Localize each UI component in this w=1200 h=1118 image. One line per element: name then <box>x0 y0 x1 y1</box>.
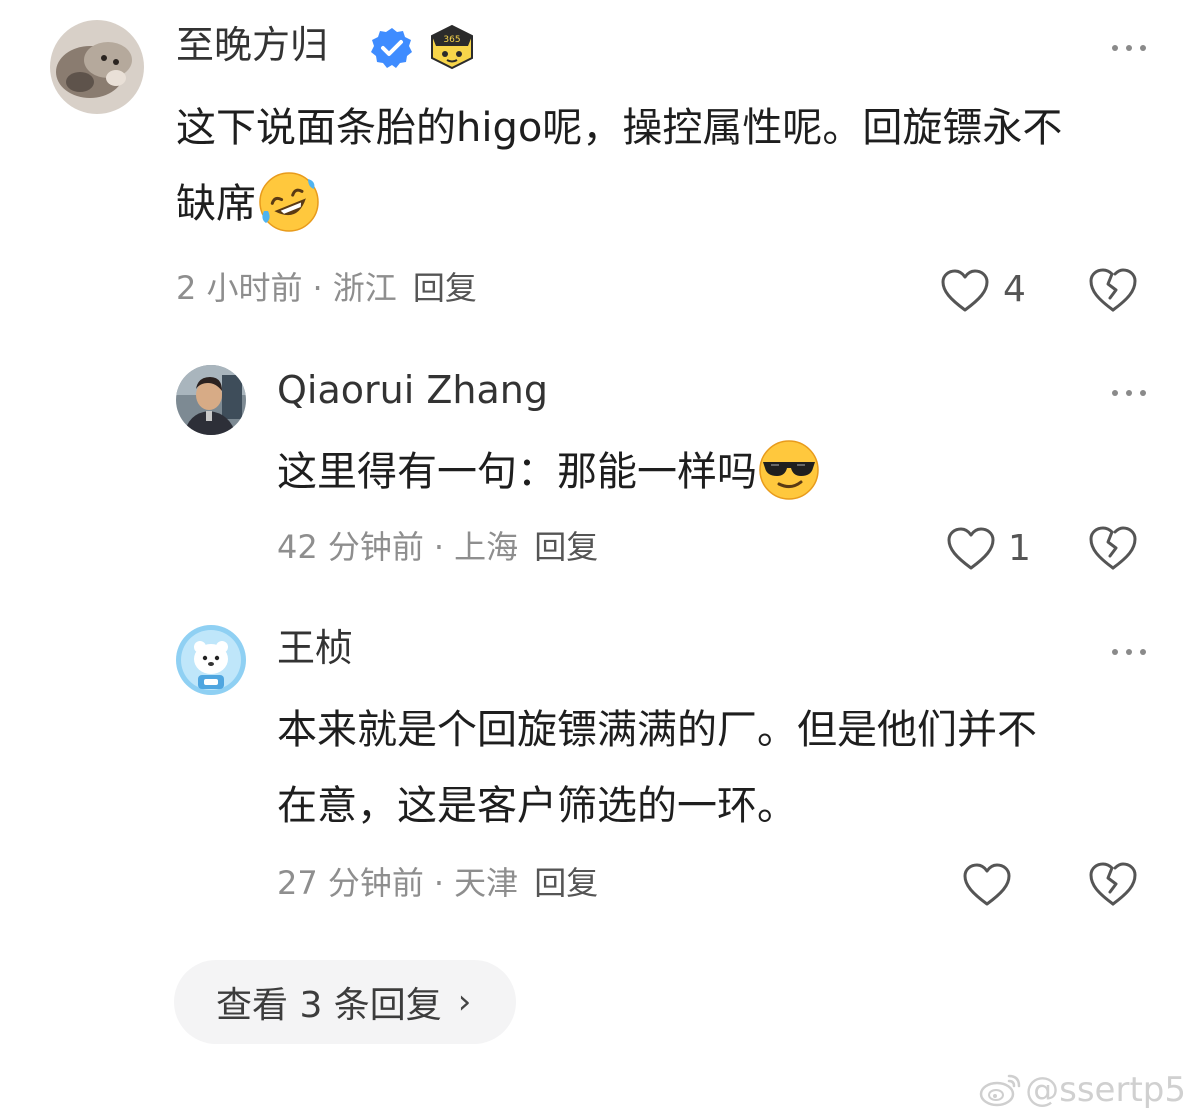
timestamp: 42 分钟前 <box>277 528 424 566</box>
more-options-button[interactable] <box>1112 646 1146 658</box>
comment-text-line-1: 这下说面条胎的higo呢，操控属性呢。回旋镖永不 <box>176 105 1063 151</box>
broken-heart-icon[interactable] <box>1088 860 1138 908</box>
reply-button[interactable]: 回复 <box>534 528 598 566</box>
view-more-label: 查看 3 条回复 <box>216 985 442 1026</box>
avatar[interactable] <box>50 20 144 114</box>
meta-separator: · <box>433 528 445 566</box>
avatar[interactable] <box>176 625 246 695</box>
dot-icon <box>1140 45 1146 51</box>
like-heart-icon[interactable] <box>940 268 990 314</box>
dot-icon <box>1140 649 1146 655</box>
username[interactable]: Qiaorui Zhang <box>277 371 548 409</box>
fan-badge-365-icon: 365 <box>428 24 476 70</box>
comment-meta: 27 分钟前 · 天津 回复 <box>277 867 598 899</box>
comment-text: 缺席 <box>176 181 256 227</box>
comment-text: 这里得有一句：那能一样吗 <box>277 449 757 495</box>
location: 浙江 <box>332 269 397 307</box>
like-count: 1 <box>1008 528 1031 569</box>
meta-separator: · <box>433 864 445 902</box>
comment-meta: 42 分钟前 · 上海 回复 <box>277 531 598 563</box>
comment-text-line-1: 这里得有一句：那能一样吗 <box>277 432 821 512</box>
comment-text-line-2: 在意，这是客户筛选的一环。 <box>277 783 797 829</box>
weibo-logo-icon <box>979 1074 1021 1107</box>
dot-icon <box>1112 390 1118 396</box>
watermark: @ssertp5 <box>979 1070 1186 1110</box>
chevron-right-icon: › <box>457 982 472 1022</box>
location: 上海 <box>454 528 519 566</box>
more-options-button[interactable] <box>1112 387 1146 399</box>
view-more-replies-button[interactable]: 查看 3 条回复 › <box>174 960 516 1044</box>
timestamp: 2 小时前 <box>176 269 303 307</box>
dot-icon <box>1126 649 1132 655</box>
username[interactable]: 至晚方归 <box>176 26 328 64</box>
comment-meta: 2 小时前 · 浙江 回复 <box>176 272 477 304</box>
dot-icon <box>1126 390 1132 396</box>
username[interactable]: 王桢 <box>277 629 353 667</box>
dot-icon <box>1140 390 1146 396</box>
reply-button[interactable]: 回复 <box>413 269 477 307</box>
broken-heart-icon[interactable] <box>1088 266 1138 314</box>
comment-text-line-2: 缺席 <box>176 164 322 244</box>
rofl-emoji-icon <box>256 169 322 235</box>
sunglasses-emoji-icon <box>757 438 821 502</box>
like-heart-icon[interactable] <box>946 526 996 572</box>
svg-text:365: 365 <box>443 35 460 45</box>
avatar[interactable] <box>176 365 246 435</box>
timestamp: 27 分钟前 <box>277 864 424 902</box>
like-heart-icon[interactable] <box>962 862 1012 908</box>
verified-badge-icon <box>370 26 414 70</box>
more-options-button[interactable] <box>1112 42 1146 54</box>
broken-heart-icon[interactable] <box>1088 524 1138 572</box>
watermark-text: @ssertp5 <box>1025 1070 1186 1110</box>
like-count: 4 <box>1003 269 1026 310</box>
meta-separator: · <box>312 269 323 307</box>
dot-icon <box>1112 649 1118 655</box>
dot-icon <box>1126 45 1132 51</box>
reply-button[interactable]: 回复 <box>534 864 598 902</box>
comment-text-line-1: 本来就是个回旋镖满满的厂。但是他们并不 <box>277 707 1037 753</box>
dot-icon <box>1112 45 1118 51</box>
location: 天津 <box>454 864 519 902</box>
